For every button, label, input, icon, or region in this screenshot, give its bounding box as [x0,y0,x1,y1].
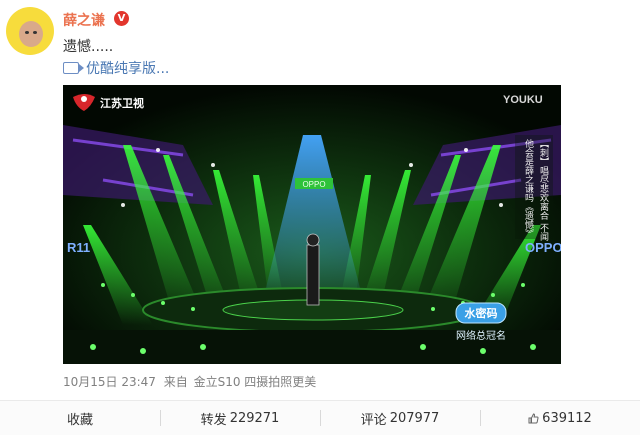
show-badge-title: 水密码 [465,306,498,320]
source-device[interactable]: 金立S10 四摄拍照更美 [194,375,317,389]
verified-badge-icon: V [114,11,129,26]
video-camera-icon [63,62,84,74]
video-link-label: 优酷纯享版... [86,61,170,77]
favorite-button[interactable]: 收藏 [0,401,160,435]
repost-count: 229271 [229,410,280,426]
show-badge-subtitle: 网络总冠名 [456,329,506,342]
avatar-eye-left [25,31,29,34]
caption-column-2: 他会是薛之谦吗《遗憾》 [523,138,534,238]
youku-watermark: YOUKU [503,94,543,106]
left-stage-sign: R11 [67,240,90,255]
post-text: 遗憾..... [63,39,114,55]
repost-button[interactable]: 转发 229271 [160,401,320,435]
video-player[interactable]: OPPO R11 OPPO 江苏卫视 YOUKU 【刺】唱尽悲欢离合 不闻 他会… [63,85,561,364]
stage-sign: OPPO [302,180,325,189]
like-count: 639112 [542,410,592,426]
avatar[interactable] [6,7,54,55]
avatar-face [19,21,43,47]
source-prefix: 来自 [163,375,188,389]
right-stage-sign: OPPO [525,240,561,255]
post-meta: 10月15日 23:47 来自 金立S10 四摄拍照更美 [63,373,320,390]
video-frame: OPPO R11 OPPO 江苏卫视 YOUKU 【刺】唱尽悲欢离合 不闻 他会… [63,85,561,364]
channel-logo-text: 江苏卫视 [100,96,144,110]
post-timestamp[interactable]: 10月15日 23:47 [63,375,156,389]
comment-count: 207977 [389,410,440,426]
action-bar: 收藏 转发 229271 评论 207977 639112 [0,400,640,435]
show-badge: 水密码 网络总冠名 [455,302,507,342]
username-link[interactable]: 薛之谦 [63,10,105,30]
video-link[interactable]: 优酷纯享版... [63,59,169,77]
avatar-eye-right [33,31,37,34]
repost-label: 转发 [200,412,227,428]
thumbs-up-icon [528,412,539,423]
favorite-label: 收藏 [66,412,93,428]
like-button[interactable]: 639112 [480,401,640,435]
comment-label: 评论 [360,412,387,428]
comment-button[interactable]: 评论 207977 [320,401,480,435]
caption-column-1: 【刺】唱尽悲欢离合 不闻 [538,139,549,242]
